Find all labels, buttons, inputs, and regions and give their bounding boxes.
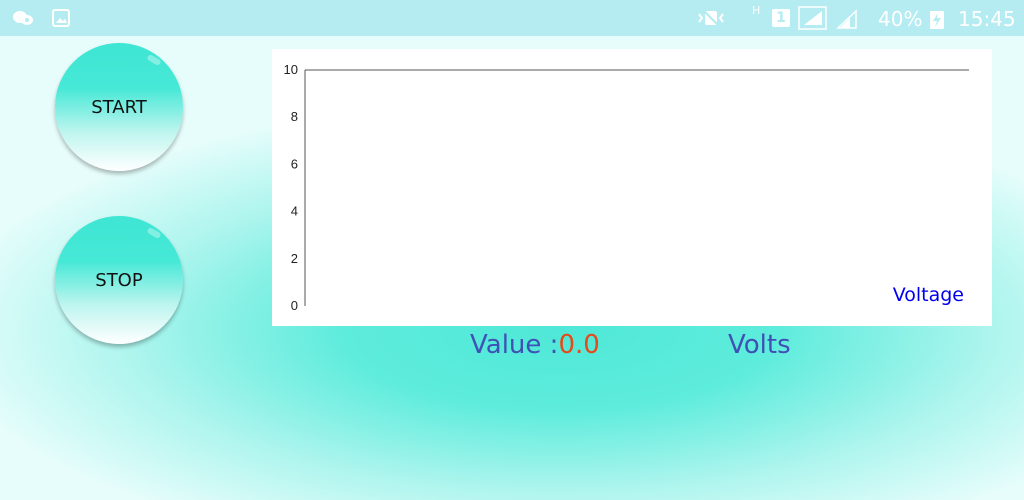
signal-icon: [798, 6, 827, 30]
unit-label: Volts: [728, 330, 791, 360]
stop-button[interactable]: STOP: [55, 216, 183, 344]
start-button-label: START: [91, 96, 147, 118]
voltage-chart: 0 2 4 6 8 10 Voltage: [272, 49, 992, 326]
vibrate-icon: [698, 10, 724, 27]
signal-icon-2: [836, 9, 857, 29]
y-tick-label: 2: [291, 251, 298, 266]
y-tick-label: 4: [291, 204, 298, 219]
value-readout: Value :0.0: [470, 330, 600, 360]
legend-label: Voltage: [893, 284, 964, 306]
value-number: 0.0: [558, 330, 600, 360]
notification-icon: [13, 11, 33, 25]
stop-button-label: STOP: [95, 269, 143, 291]
sim-icon: 1: [772, 9, 790, 27]
start-button[interactable]: START: [55, 43, 183, 171]
clock: 15:45: [958, 7, 1016, 31]
charging-icon: [930, 11, 944, 29]
button-gloss: [146, 226, 162, 240]
y-tick-label: 10: [284, 62, 298, 77]
image-icon: [52, 9, 70, 27]
chart-svg: 0 2 4 6 8 10 Voltage: [284, 62, 969, 313]
button-gloss: [146, 53, 162, 67]
y-tick-label: 8: [291, 109, 298, 124]
y-tick-label: 6: [291, 156, 298, 171]
status-bar: H 1 40% 15:45: [0, 0, 1024, 36]
y-tick-label: 0: [291, 298, 298, 313]
value-prefix: Value :: [470, 330, 559, 360]
network-type-icon: H: [752, 4, 761, 17]
battery-percent: 40%: [878, 7, 923, 31]
